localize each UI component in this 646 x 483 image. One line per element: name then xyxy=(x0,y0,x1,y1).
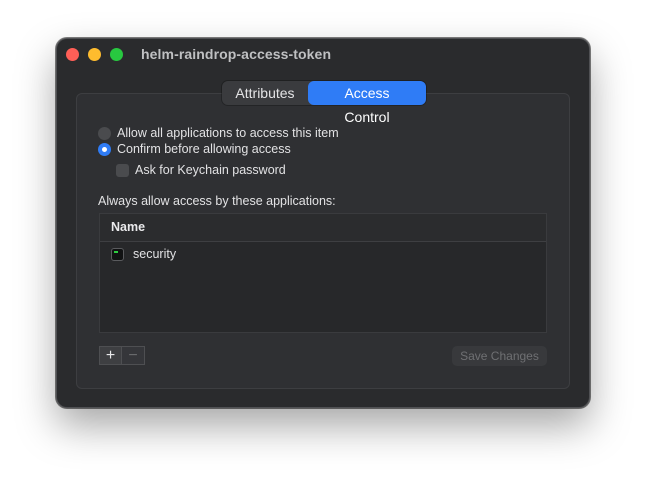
save-changes-button[interactable]: Save Changes xyxy=(452,346,547,366)
title-bar: helm-raindrop-access-token xyxy=(57,39,589,71)
ask-keychain-password-label: Ask for Keychain password xyxy=(135,163,286,177)
allow-all-radio[interactable] xyxy=(98,126,111,140)
allow-all-label: Allow all applications to access this it… xyxy=(117,126,339,140)
tab-bar: Attributes Access Control xyxy=(222,81,426,125)
add-app-button[interactable]: + xyxy=(99,346,122,365)
confirm-radio[interactable] xyxy=(98,142,111,156)
add-remove-control: + − xyxy=(99,346,145,365)
confirm-label: Confirm before allowing access xyxy=(117,142,291,156)
minimize-window-button[interactable] xyxy=(88,48,101,61)
window-title: helm-raindrop-access-token xyxy=(141,46,332,62)
tab-attributes[interactable]: Attributes xyxy=(222,81,308,105)
ask-keychain-password-checkbox[interactable] xyxy=(116,163,129,177)
keychain-item-window: helm-raindrop-access-token Attributes Ac… xyxy=(56,38,590,408)
close-window-button[interactable] xyxy=(66,48,79,61)
tab-access-control[interactable]: Access Control xyxy=(308,81,426,125)
remove-app-button[interactable]: − xyxy=(122,346,145,365)
table-row[interactable]: security xyxy=(100,244,546,264)
terminal-app-icon xyxy=(111,247,124,261)
ask-keychain-password-option[interactable]: Ask for Keychain password xyxy=(116,163,286,177)
app-name: security xyxy=(133,247,177,261)
allow-all-option[interactable]: Allow all applications to access this it… xyxy=(98,126,339,140)
name-column-header[interactable]: Name xyxy=(100,214,546,242)
zoom-window-button[interactable] xyxy=(110,48,123,61)
confirm-option[interactable]: Confirm before allowing access xyxy=(98,142,291,156)
always-allow-label: Always allow access by these application… xyxy=(98,194,336,208)
allowed-apps-table[interactable]: Name security xyxy=(99,213,547,333)
